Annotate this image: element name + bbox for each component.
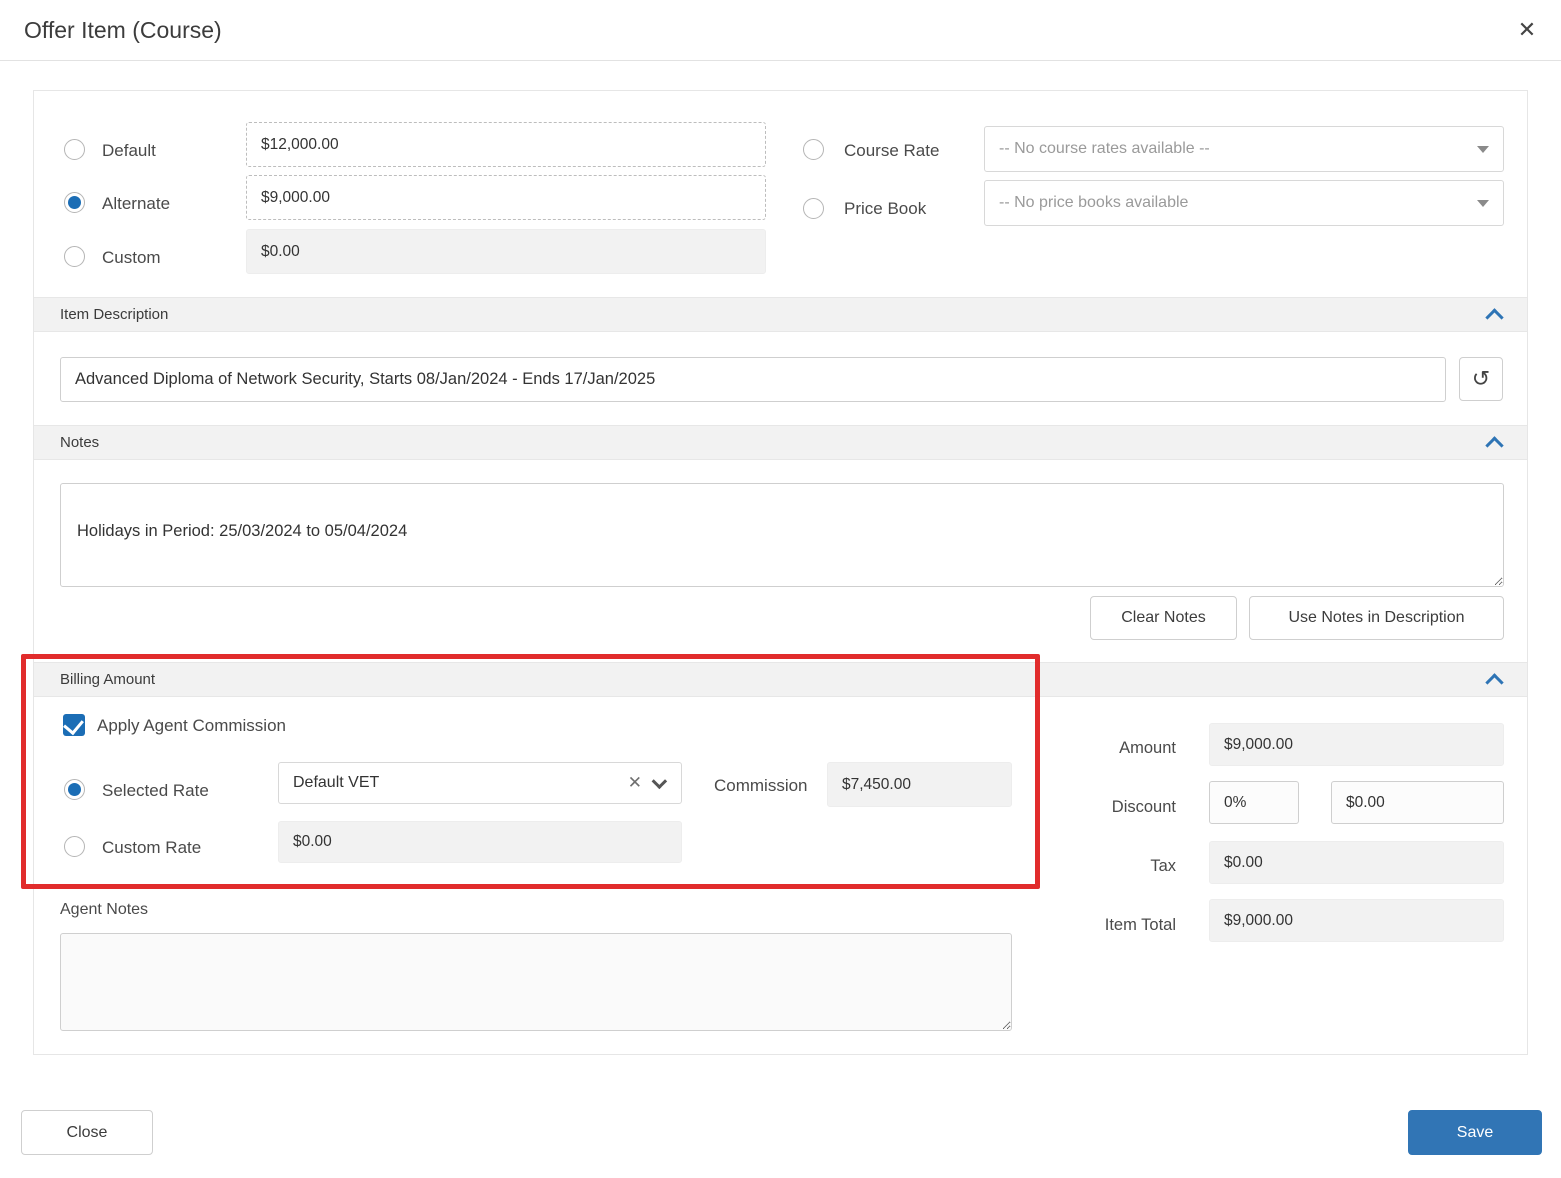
radio-price-book[interactable] bbox=[803, 198, 824, 219]
commission-rate-select[interactable]: Default VET ✕ bbox=[278, 762, 682, 804]
price-book-select-value: -- No price books available bbox=[999, 194, 1189, 211]
billing-amount-title: Billing Amount bbox=[60, 671, 156, 688]
item-description-title: Item Description bbox=[60, 306, 169, 323]
discount-label: Discount bbox=[1111, 798, 1176, 816]
page-title: Offer Item (Course) bbox=[24, 17, 222, 43]
history-icon: ↺ bbox=[1471, 366, 1491, 391]
clear-notes-button[interactable]: Clear Notes bbox=[1090, 596, 1237, 640]
radio-selected-rate[interactable] bbox=[64, 779, 85, 800]
notes-section-header: Notes bbox=[34, 425, 1527, 460]
custom-price-label: Custom bbox=[102, 248, 161, 267]
selected-rate-label: Selected Rate bbox=[102, 781, 209, 800]
tax-label: Tax bbox=[1150, 857, 1176, 875]
alternate-price-input[interactable] bbox=[246, 175, 766, 220]
alternate-price-label: Alternate bbox=[102, 194, 171, 213]
item-description-input[interactable] bbox=[60, 357, 1446, 402]
agent-notes-label: Agent Notes bbox=[60, 901, 149, 918]
use-notes-in-description-button[interactable]: Use Notes in Description bbox=[1249, 596, 1504, 640]
commission-rate-select-value: Default VET bbox=[293, 774, 380, 791]
commission-value-input bbox=[827, 762, 1012, 807]
discount-percent-input[interactable] bbox=[1209, 781, 1299, 824]
price-book-label: Price Book bbox=[844, 199, 927, 218]
restore-description-button[interactable]: ↺ bbox=[1459, 357, 1503, 401]
chevron-down-icon bbox=[1477, 145, 1489, 153]
course-rate-label: Course Rate bbox=[844, 141, 940, 160]
discount-amount-input[interactable] bbox=[1331, 781, 1504, 824]
close-button[interactable]: Close bbox=[21, 1110, 153, 1155]
chevron-down-icon bbox=[1477, 199, 1489, 207]
radio-custom-rate[interactable] bbox=[64, 836, 85, 857]
custom-rate-label: Custom Rate bbox=[102, 838, 202, 857]
radio-alternate-price[interactable] bbox=[64, 192, 85, 213]
item-description-section-header: Item Description bbox=[34, 297, 1527, 332]
chevron-up-icon[interactable] bbox=[1485, 673, 1504, 692]
course-rate-select[interactable]: -- No course rates available -- bbox=[984, 126, 1504, 172]
apply-agent-commission-checkbox[interactable] bbox=[63, 714, 85, 736]
commission-label: Commission bbox=[714, 776, 808, 795]
radio-default-price[interactable] bbox=[64, 139, 85, 160]
apply-agent-commission-label: Apply Agent Commission bbox=[97, 716, 286, 735]
notes-textarea[interactable]: Holidays in Period: 25/03/2024 to 05/04/… bbox=[60, 483, 1504, 587]
offer-item-panel: Default Alternate Custom Course Rate -- … bbox=[33, 90, 1528, 1055]
tax-input bbox=[1209, 841, 1504, 884]
radio-custom-price[interactable] bbox=[64, 246, 85, 267]
item-total-label: Item Total bbox=[1104, 916, 1176, 934]
close-icon[interactable]: ✕ bbox=[1511, 14, 1543, 46]
billing-amount-section-header: Billing Amount bbox=[34, 662, 1527, 697]
price-book-select[interactable]: -- No price books available bbox=[984, 180, 1504, 226]
item-total-input bbox=[1209, 899, 1504, 942]
amount-input bbox=[1209, 723, 1504, 766]
chevron-up-icon[interactable] bbox=[1485, 308, 1504, 327]
default-price-input[interactable] bbox=[246, 122, 766, 167]
course-rate-select-value: -- No course rates available -- bbox=[999, 140, 1210, 157]
chevron-up-icon[interactable] bbox=[1485, 436, 1504, 455]
amount-label: Amount bbox=[1119, 739, 1176, 757]
custom-rate-input bbox=[278, 821, 682, 863]
default-price-label: Default bbox=[102, 141, 156, 160]
agent-notes-textarea[interactable] bbox=[60, 933, 1012, 1031]
clear-selection-icon[interactable]: ✕ bbox=[628, 773, 642, 793]
modal-header: Offer Item (Course) ✕ bbox=[0, 0, 1561, 61]
notes-title: Notes bbox=[60, 434, 100, 451]
custom-price-input bbox=[246, 229, 766, 274]
save-button[interactable]: Save bbox=[1408, 1110, 1542, 1155]
chevron-down-icon bbox=[651, 773, 668, 789]
radio-course-rate[interactable] bbox=[803, 139, 824, 160]
